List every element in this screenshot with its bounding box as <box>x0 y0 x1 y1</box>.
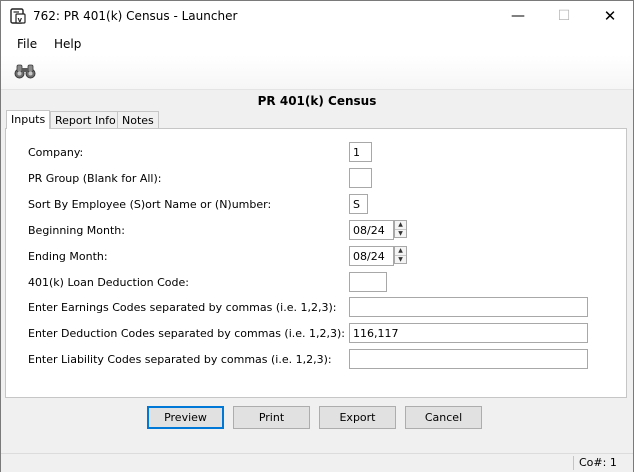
company-field[interactable] <box>349 142 372 162</box>
sort-by-label: Sort By Employee (S)ort Name or (N)umber… <box>28 198 272 211</box>
spin-up-icon[interactable]: ▲ <box>395 247 406 256</box>
liability-codes-field[interactable] <box>349 349 588 369</box>
status-bar: Co#: 1 <box>1 453 633 472</box>
deduction-codes-field[interactable] <box>349 323 588 343</box>
export-button[interactable]: Export <box>319 406 396 429</box>
spin-down-icon[interactable]: ▼ <box>395 230 406 238</box>
window-title: 762: PR 401(k) Census - Launcher <box>33 9 238 23</box>
deduction-codes-label: Enter Deduction Codes separated by comma… <box>28 327 346 340</box>
liability-codes-label: Enter Liability Codes separated by comma… <box>28 353 332 366</box>
sort-by-field[interactable] <box>349 194 368 214</box>
preview-button[interactable]: Preview <box>147 406 224 429</box>
tab-notes[interactable]: Notes <box>117 111 159 129</box>
loan-code-label: 401(k) Loan Deduction Code: <box>28 276 189 289</box>
ending-month-field[interactable] <box>349 246 394 266</box>
title-bar[interactable]: v 762: PR 401(k) Census - Launcher — ☐ ✕ <box>1 1 633 32</box>
close-button[interactable]: ✕ <box>587 1 633 32</box>
status-divider <box>573 456 574 470</box>
form-title: PR 401(k) Census <box>257 94 377 108</box>
tab-report-info[interactable]: Report Info <box>50 111 121 129</box>
launcher-window: v 762: PR 401(k) Census - Launcher — ☐ ✕… <box>0 0 634 472</box>
minimize-icon: — <box>511 8 525 24</box>
company-status: Co#: 1 <box>579 456 617 469</box>
beginning-month-field[interactable] <box>349 220 394 240</box>
cancel-button[interactable]: Cancel <box>405 406 482 429</box>
toolbar <box>1 55 633 90</box>
maximize-icon: ☐ <box>557 8 571 24</box>
svg-text:v: v <box>18 16 23 24</box>
ending-month-spinner[interactable]: ▲ ▼ <box>394 246 407 264</box>
print-button[interactable]: Print <box>233 406 310 429</box>
company-label: Company: <box>28 146 84 159</box>
pr-group-field[interactable] <box>349 168 372 188</box>
tab-inputs[interactable]: Inputs <box>6 110 51 129</box>
earnings-codes-label: Enter Earnings Codes separated by commas… <box>28 301 337 314</box>
pr-group-label: PR Group (Blank for All): <box>28 172 162 185</box>
menu-help[interactable]: Help <box>54 37 81 51</box>
binoculars-icon[interactable] <box>14 63 36 79</box>
ending-month-label: Ending Month: <box>28 250 108 263</box>
earnings-codes-field[interactable] <box>349 297 588 317</box>
spin-down-icon[interactable]: ▼ <box>395 256 406 264</box>
menu-bar: File Help <box>1 32 633 55</box>
spin-up-icon[interactable]: ▲ <box>395 221 406 230</box>
close-icon: ✕ <box>603 7 617 25</box>
app-icon: v <box>10 8 26 24</box>
maximize-button[interactable]: ☐ <box>541 1 587 32</box>
loan-code-field[interactable] <box>349 272 387 292</box>
menu-file[interactable]: File <box>17 37 37 51</box>
beginning-month-label: Beginning Month: <box>28 224 125 237</box>
minimize-button[interactable]: — <box>495 1 541 32</box>
beginning-month-spinner[interactable]: ▲ ▼ <box>394 220 407 238</box>
